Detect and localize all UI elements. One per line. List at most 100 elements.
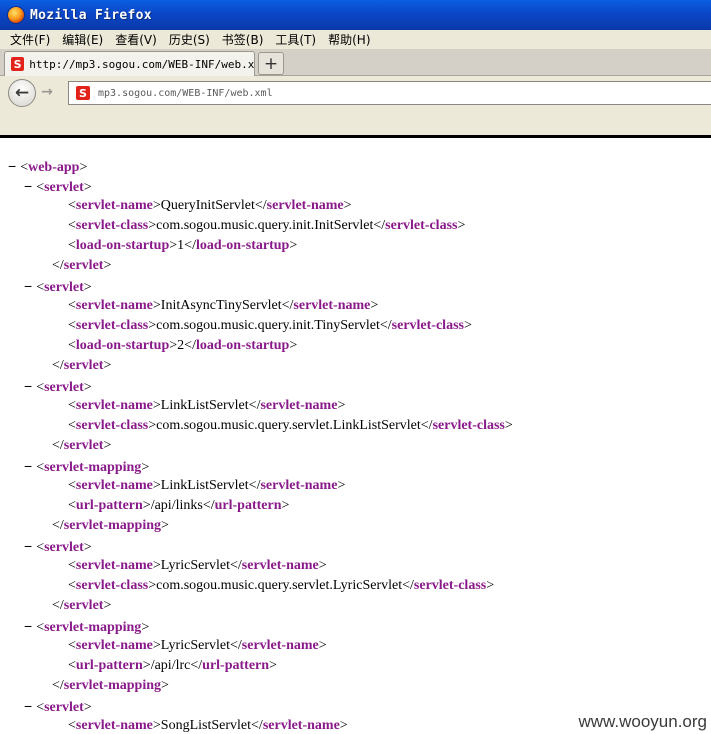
firefox-logo-icon bbox=[8, 7, 24, 23]
xml-text-value: /api/links bbox=[150, 498, 203, 513]
xml-line: − <servlet> bbox=[24, 178, 92, 195]
xml-line: <servlet-name>LyricServlet</servlet-name… bbox=[68, 558, 327, 573]
forward-arrow-icon: → bbox=[41, 84, 53, 100]
xml-tag-name: web-app bbox=[28, 160, 80, 175]
xml-line: − <servlet-mapping> bbox=[24, 618, 150, 635]
xml-tag-name: servlet-mapping bbox=[63, 678, 162, 693]
forward-button[interactable]: → bbox=[38, 83, 56, 101]
xml-line: − <servlet> bbox=[24, 378, 92, 395]
xml-tag-name: servlet-class bbox=[75, 318, 149, 333]
xml-text-value: LyricServlet bbox=[160, 638, 230, 653]
xml-tag-name: servlet-mapping bbox=[44, 620, 142, 635]
xml-tag-name: servlet-name bbox=[75, 718, 153, 733]
xml-text-value: LinkListServlet bbox=[160, 398, 249, 413]
xml-tag-name: servlet-class bbox=[75, 218, 149, 233]
xml-tag-name: servlet bbox=[44, 700, 84, 715]
xml-line: <load-on-startup>1</load-on-startup> bbox=[68, 238, 298, 253]
menu-view[interactable]: 查看(V) bbox=[109, 31, 163, 48]
collapse-toggle[interactable]: − bbox=[24, 458, 32, 474]
xml-line: <load-on-startup>2</load-on-startup> bbox=[68, 338, 298, 353]
xml-tag-name: servlet-name bbox=[241, 638, 319, 653]
xml-line: − <web-app> bbox=[8, 158, 88, 175]
xml-line: </servlet> bbox=[52, 358, 112, 373]
xml-tag-name: servlet-name bbox=[260, 478, 338, 493]
url-input[interactable] bbox=[98, 87, 598, 99]
xml-tag-name: servlet-name bbox=[75, 198, 153, 213]
collapse-toggle[interactable]: − bbox=[24, 618, 32, 634]
tab-label: http://mp3.sogou.com/WEB-INF/web.xml bbox=[29, 57, 254, 71]
xml-viewer: − <web-app> − <servlet> <servlet-name>QueryI… bbox=[0, 138, 711, 734]
address-bar[interactable]: S bbox=[68, 81, 711, 105]
xml-tag-name: load-on-startup bbox=[75, 338, 170, 353]
xml-tag-name: servlet-class bbox=[413, 578, 487, 593]
collapse-toggle[interactable]: − bbox=[24, 538, 32, 554]
menu-bookmarks[interactable]: 书签(B) bbox=[216, 31, 270, 48]
xml-line: <servlet-class>com.sogou.music.query.ser… bbox=[68, 418, 513, 433]
xml-text-value: 1 bbox=[177, 238, 185, 253]
menu-help[interactable]: 帮助(H) bbox=[322, 31, 376, 48]
tab-strip: S http://mp3.sogou.com/WEB-INF/web.xml + bbox=[0, 49, 711, 76]
xml-tag-name: servlet bbox=[44, 180, 84, 195]
collapse-toggle[interactable]: − bbox=[24, 178, 32, 194]
collapse-toggle[interactable]: − bbox=[8, 158, 16, 174]
window-title: Mozilla Firefox bbox=[30, 7, 152, 23]
xml-tag-name: url-pattern bbox=[75, 498, 143, 513]
xml-tag-name: url-pattern bbox=[202, 658, 270, 673]
xml-line: </servlet> bbox=[52, 598, 112, 613]
xml-line: <servlet-name>LinkListServlet</servlet-n… bbox=[68, 478, 346, 493]
xml-line: </servlet> bbox=[52, 258, 112, 273]
xml-text-value: LyricServlet bbox=[160, 558, 230, 573]
site-identity-icon: S bbox=[76, 86, 90, 100]
xml-line: </servlet-mapping> bbox=[52, 518, 169, 533]
back-button[interactable]: ← bbox=[8, 79, 36, 107]
xml-tag-name: servlet bbox=[44, 380, 84, 395]
back-arrow-icon: ← bbox=[14, 83, 30, 103]
navigation-bar: ← → S bbox=[0, 76, 711, 110]
xml-tag-name: servlet-class bbox=[75, 418, 149, 433]
xml-tag-name: servlet-name bbox=[75, 478, 153, 493]
xml-tag-name: servlet-name bbox=[75, 638, 153, 653]
xml-line: <servlet-name>SongListServlet</servlet-n… bbox=[68, 718, 348, 733]
collapse-toggle[interactable]: − bbox=[24, 698, 32, 714]
xml-tag-name: servlet-name bbox=[75, 298, 153, 313]
collapse-toggle[interactable]: − bbox=[24, 378, 32, 394]
xml-line: <url-pattern>/api/links</url-pattern> bbox=[68, 498, 290, 513]
xml-tag-name: servlet bbox=[63, 358, 104, 373]
xml-tag-name: url-pattern bbox=[75, 658, 143, 673]
xml-text-value: com.sogou.music.query.servlet.LinkListSe… bbox=[156, 418, 421, 433]
xml-line: <servlet-name>LyricServlet</servlet-name… bbox=[68, 638, 327, 653]
xml-tag-name: servlet-mapping bbox=[44, 460, 142, 475]
xml-text-value: InitAsyncTinyServlet bbox=[160, 298, 282, 313]
xml-tag-name: load-on-startup bbox=[195, 238, 290, 253]
xml-line: </servlet> bbox=[52, 438, 112, 453]
menu-edit[interactable]: 编辑(E) bbox=[56, 31, 109, 48]
xml-text-value: LinkListServlet bbox=[160, 478, 249, 493]
collapse-toggle[interactable]: − bbox=[24, 278, 32, 294]
watermark: www.wooyun.org bbox=[576, 712, 709, 732]
xml-line: </servlet-mapping> bbox=[52, 678, 169, 693]
tab-web-xml[interactable]: S http://mp3.sogou.com/WEB-INF/web.xml bbox=[4, 51, 255, 76]
toolbar-area bbox=[0, 110, 711, 135]
menu-file[interactable]: 文件(F) bbox=[0, 31, 56, 48]
xml-tag-name: load-on-startup bbox=[195, 338, 290, 353]
xml-tag-name: servlet-name bbox=[241, 558, 319, 573]
new-tab-button[interactable]: + bbox=[258, 52, 284, 75]
xml-tag-name: servlet bbox=[44, 280, 84, 295]
xml-tag-name: servlet-mapping bbox=[63, 518, 162, 533]
menu-tools[interactable]: 工具(T) bbox=[269, 31, 322, 48]
xml-line: − <servlet> bbox=[24, 278, 92, 295]
xml-line: <servlet-name>LinkListServlet</servlet-n… bbox=[68, 398, 346, 413]
xml-tag-name: servlet bbox=[63, 258, 104, 273]
xml-text-value: com.sogou.music.query.servlet.LyricServl… bbox=[156, 578, 403, 593]
xml-tag-name: servlet-name bbox=[266, 198, 344, 213]
xml-tag-name: servlet-class bbox=[75, 578, 149, 593]
menu-history[interactable]: 历史(S) bbox=[163, 31, 216, 48]
title-bar: Mozilla Firefox bbox=[0, 0, 711, 30]
xml-tag-name: servlet-name bbox=[75, 558, 153, 573]
xml-tag-name: servlet-name bbox=[262, 718, 340, 733]
xml-line: <servlet-class>com.sogou.music.query.ini… bbox=[68, 218, 466, 233]
xml-line: − <servlet-mapping> bbox=[24, 458, 150, 475]
xml-tag-name: servlet bbox=[63, 438, 104, 453]
menu-bar: 文件(F) 编辑(E) 查看(V) 历史(S) 书签(B) 工具(T) 帮助(H… bbox=[0, 30, 711, 49]
xml-text-value: com.sogou.music.query.init.InitServlet bbox=[156, 218, 374, 233]
